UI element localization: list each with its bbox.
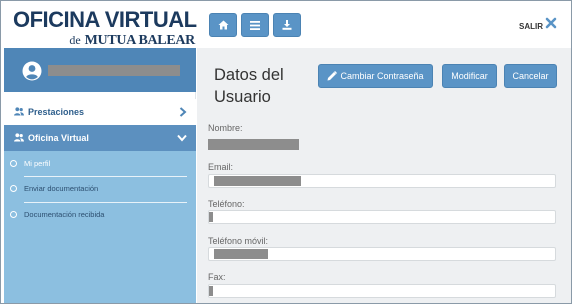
app-window: OFICINA VIRTUAL de MUTUA BALEAR SALIR Pr… bbox=[0, 0, 572, 304]
modify-button[interactable]: Modificar bbox=[442, 64, 497, 88]
submenu-item-label: Documentación recibida bbox=[24, 210, 105, 219]
logo-title: OFICINA VIRTUAL bbox=[13, 7, 197, 32]
field-label-fax: Fax: bbox=[208, 272, 226, 282]
cancel-button[interactable]: Cancelar bbox=[504, 64, 557, 88]
user-circle-icon bbox=[22, 61, 42, 81]
email-field[interactable] bbox=[208, 174, 556, 188]
sidebar-item-prestaciones[interactable]: Prestaciones bbox=[4, 99, 196, 125]
field-label-email: Email: bbox=[208, 162, 234, 172]
sidebar: Prestaciones Oficina Virtual Mi perfil E… bbox=[4, 48, 196, 303]
sidebar-item-label: Prestaciones bbox=[28, 107, 85, 117]
telefono-movil-value bbox=[214, 249, 268, 259]
users-icon bbox=[14, 107, 24, 116]
change-password-button[interactable]: Cambiar Contraseña bbox=[318, 64, 433, 88]
field-label-nombre: Nombre: bbox=[208, 123, 243, 133]
chevron-right-icon bbox=[179, 107, 187, 117]
telefono-movil-field[interactable] bbox=[208, 247, 556, 261]
fax-value bbox=[209, 286, 213, 296]
telefono-value bbox=[209, 212, 213, 222]
submenu-item-label: Enviar documentación bbox=[24, 184, 99, 193]
download-button[interactable] bbox=[273, 13, 301, 37]
fax-field[interactable] bbox=[208, 284, 556, 298]
menu-button[interactable] bbox=[241, 13, 269, 37]
submenu-oficina-virtual: Mi perfil Enviar documentación Documenta… bbox=[4, 151, 196, 303]
submenu-item-enviar-documentacion[interactable]: Enviar documentación bbox=[4, 176, 196, 202]
download-icon bbox=[282, 20, 292, 30]
header: OFICINA VIRTUAL de MUTUA BALEAR SALIR bbox=[1, 1, 571, 48]
bullet-icon bbox=[10, 160, 17, 167]
field-label-telefono: Teléfono: bbox=[208, 199, 245, 209]
users-icon bbox=[14, 133, 24, 142]
home-button[interactable] bbox=[209, 13, 237, 37]
main-content: Datos del Usuario Cambiar Contraseña Mod… bbox=[197, 48, 571, 303]
telefono-field[interactable] bbox=[208, 210, 556, 224]
user-name bbox=[48, 65, 180, 76]
logo-subtitle: de MUTUA BALEAR bbox=[69, 31, 195, 49]
page-title: Datos del Usuario bbox=[214, 66, 284, 106]
nombre-value bbox=[208, 139, 299, 150]
home-icon bbox=[218, 20, 228, 30]
change-password-label: Cambiar Contraseña bbox=[340, 71, 424, 81]
submenu-item-label: Mi perfil bbox=[24, 159, 51, 168]
logo-brand: MUTUA BALEAR bbox=[84, 33, 196, 48]
sidebar-item-oficina-virtual[interactable]: Oficina Virtual bbox=[4, 125, 196, 151]
sidebar-item-label: Oficina Virtual bbox=[28, 133, 89, 143]
submenu-item-documentacion-recibida[interactable]: Documentación recibida bbox=[4, 202, 196, 228]
logo-de: de bbox=[69, 33, 81, 47]
menu-icon bbox=[250, 20, 260, 30]
bullet-icon bbox=[10, 185, 17, 192]
logout-link[interactable]: SALIR bbox=[519, 22, 543, 31]
close-icon[interactable] bbox=[545, 17, 557, 29]
user-panel bbox=[4, 48, 196, 92]
email-value bbox=[214, 176, 301, 186]
pencil-icon bbox=[327, 71, 338, 81]
submenu-item-mi-perfil[interactable]: Mi perfil bbox=[4, 151, 196, 177]
field-label-telefono-movil: Teléfono móvil: bbox=[208, 236, 269, 246]
logo[interactable]: OFICINA VIRTUAL de MUTUA BALEAR bbox=[13, 7, 197, 48]
chevron-down-icon bbox=[177, 134, 187, 142]
bullet-icon bbox=[10, 211, 17, 218]
